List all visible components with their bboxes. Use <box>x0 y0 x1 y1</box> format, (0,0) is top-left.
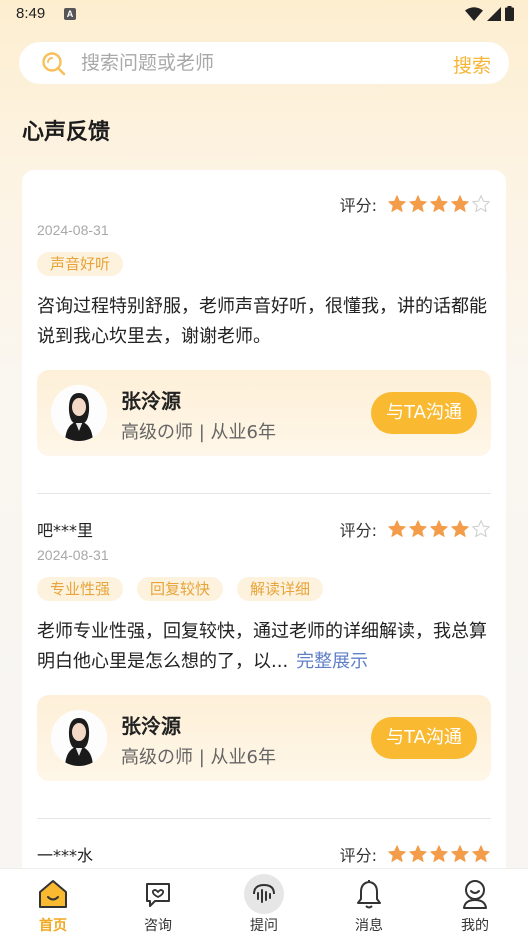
tab-home-label: 首页 <box>39 918 67 934</box>
star-rating <box>387 844 491 864</box>
review-text-content: 老师专业性强，回复较快，通过老师的详细解读，我总算明白他心里是怎么想的了，以..… <box>37 621 487 672</box>
star-filled-icon <box>472 845 490 862</box>
a-badge-icon: A <box>64 8 76 20</box>
chat-bubble-icon <box>146 883 170 907</box>
chat-with-counselor-button[interactable]: 与TA沟通 <box>371 717 477 759</box>
review-tags: 声音好听 <box>37 252 124 276</box>
tab-consult[interactable]: 咨询 <box>123 877 193 935</box>
voice-wave-icon <box>253 883 275 903</box>
review-tag: 声音好听 <box>37 252 124 276</box>
avatar <box>51 710 107 766</box>
star-filled-icon <box>388 195 406 212</box>
section-title: 心声反馈 <box>22 120 111 145</box>
search-input[interactable] <box>81 51 411 75</box>
feedback-card: 评分: 2024-08-31 声音好听 咨询过程特别舒服，老师声音好听，很懂我，… <box>22 170 506 890</box>
review-item: 吧***里 评分: 2024-08-31 专业性强 回复较快 解读详细 老师专业… <box>37 517 491 791</box>
star-empty-icon <box>472 520 490 538</box>
star-filled-icon <box>388 520 406 537</box>
star-filled-icon <box>430 520 448 537</box>
divider <box>37 493 491 494</box>
bottom-tab-bar: 首页 咨询 提问 消息 我的 <box>0 868 528 940</box>
status-bar: 8:49 A <box>0 0 528 30</box>
chat-with-counselor-button[interactable]: 与TA沟通 <box>371 392 477 434</box>
star-rating <box>387 194 491 214</box>
tab-consult-label: 咨询 <box>144 918 172 934</box>
bell-icon <box>357 880 381 909</box>
review-text: 咨询过程特别舒服，老师声音好听，很懂我，讲的话都能说到我心坎里去，谢谢老师。 <box>37 292 491 352</box>
star-empty-icon <box>472 195 490 213</box>
rating-label: 评分: <box>339 521 377 540</box>
signal-icon <box>487 6 501 21</box>
review-tag: 专业性强 <box>37 577 124 601</box>
battery-icon <box>505 6 514 21</box>
review-rating: 评分: <box>340 192 491 216</box>
counselor-title: 高级の师 | 从业6年 <box>121 422 276 443</box>
star-filled-icon <box>409 520 427 537</box>
search-icon <box>42 52 66 76</box>
divider <box>37 818 491 819</box>
review-rating: 评分: <box>340 517 491 541</box>
wifi-icon <box>465 6 483 21</box>
profile-icon <box>463 880 487 909</box>
star-filled-icon <box>430 195 448 212</box>
rating-label: 评分: <box>339 846 377 865</box>
tab-profile[interactable]: 我的 <box>440 877 510 935</box>
tab-messages-label: 消息 <box>355 918 383 934</box>
counselor-title: 高级の师 | 从业6年 <box>121 747 276 768</box>
star-filled-icon <box>409 845 427 862</box>
avatar <box>51 385 107 441</box>
review-tags: 专业性强 回复较快 解读详细 <box>37 577 324 601</box>
tab-home[interactable]: 首页 <box>18 877 88 935</box>
ask-circle <box>244 874 284 914</box>
tab-messages[interactable]: 消息 <box>334 877 404 935</box>
star-filled-icon <box>451 195 469 212</box>
review-tag: 回复较快 <box>137 577 224 601</box>
star-rating <box>387 519 491 539</box>
status-time: 8:49 <box>16 5 46 22</box>
status-icons <box>465 6 514 21</box>
tab-ask-label: 提问 <box>250 918 278 934</box>
tab-profile-label: 我的 <box>461 918 489 934</box>
search-button[interactable]: 搜索 <box>453 51 491 78</box>
star-filled-icon <box>451 520 469 537</box>
star-filled-icon <box>388 845 406 862</box>
counselor-name: 张泠源 <box>121 389 181 413</box>
expand-full-link[interactable]: 完整展示 <box>296 651 368 672</box>
review-rating: 评分: <box>340 842 491 866</box>
home-icon <box>39 880 67 908</box>
counselor-name: 张泠源 <box>121 714 181 738</box>
rating-label: 评分: <box>339 196 377 215</box>
review-date: 2024-08-31 <box>37 222 109 238</box>
review-user: 吧***里 <box>37 521 94 540</box>
review-text-content: 咨询过程特别舒服，老师声音好听，很懂我，讲的话都能说到我心坎里去，谢谢老师。 <box>37 296 487 347</box>
review-tag: 解读详细 <box>237 577 324 601</box>
star-filled-icon <box>430 845 448 862</box>
tab-ask[interactable]: 提问 <box>229 874 299 935</box>
review-item: 评分: 2024-08-31 声音好听 咨询过程特别舒服，老师声音好听，很懂我，… <box>37 192 491 466</box>
star-filled-icon <box>451 845 469 862</box>
review-date: 2024-08-31 <box>37 547 109 563</box>
star-filled-icon <box>409 195 427 212</box>
review-text: 老师专业性强，回复较快，通过老师的详细解读，我总算明白他心里是怎么想的了，以..… <box>37 617 491 677</box>
review-user: 一***水 <box>37 846 94 865</box>
counselor-card[interactable]: 张泠源 高级の师 | 从业6年 与TA沟通 <box>37 370 491 456</box>
counselor-card[interactable]: 张泠源 高级の师 | 从业6年 与TA沟通 <box>37 695 491 781</box>
search-bar[interactable]: 搜索 <box>19 42 509 84</box>
